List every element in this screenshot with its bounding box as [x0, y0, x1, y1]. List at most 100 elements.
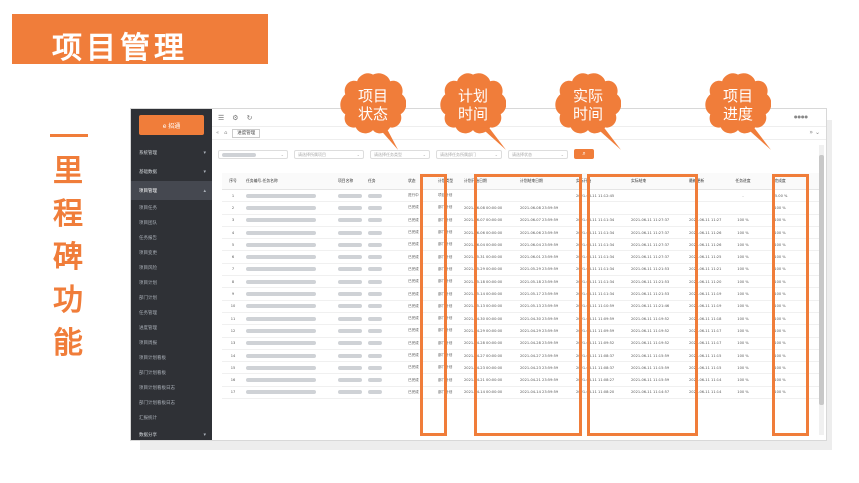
redacted-text: [368, 279, 382, 284]
redacted-text: [246, 218, 316, 223]
user-menu[interactable]: ●●●●: [794, 114, 808, 119]
sidebar-item-label: 基础数据: [139, 169, 157, 175]
table-cell-redacted: [336, 316, 366, 321]
table-cell-redacted: [366, 218, 406, 223]
sidebar-item[interactable]: 项目管理 ▴: [131, 181, 212, 200]
sidebar-item[interactable]: 项目计划看板: [131, 350, 212, 365]
sidebar-item[interactable]: 项目周报: [131, 335, 212, 350]
column-header[interactable]: 任务进度: [725, 178, 759, 184]
redacted-text: [338, 353, 362, 358]
redacted-text: [338, 279, 362, 284]
tab-prev-icon[interactable]: «: [216, 130, 219, 136]
table-cell-redacted: [244, 255, 336, 260]
redacted-text: [368, 218, 382, 223]
table-cell-redacted: [244, 328, 336, 333]
table-cell-prog: 100 %: [737, 230, 749, 235]
sidebar-item[interactable]: 汇报统计: [131, 410, 212, 425]
sidebar-item-label: 项目管理: [139, 188, 157, 194]
table-cell-prog: 100 %: [737, 341, 749, 346]
sidebar-item[interactable]: 项目任务: [131, 200, 212, 215]
sidebar-item-label: 项目周报: [139, 340, 157, 346]
menu-icon[interactable]: ☰: [218, 114, 224, 122]
column-header[interactable]: 项目名称: [336, 178, 366, 184]
table-cell-redacted: [244, 304, 336, 309]
redacted-text: [246, 205, 316, 210]
side-char: 碑: [53, 240, 83, 275]
sidebar-item-label: 项目任务: [139, 205, 157, 211]
sidebar-item-label: 项目变更: [139, 250, 157, 256]
table-cell-prog: 100 %: [737, 378, 749, 383]
app-sidebar: e 招通 系统管理 ▾ 基础数据 ▾ 项目管理 ▴ 项目任务项目团队任务报告项目变更项目风险…: [131, 109, 212, 440]
sidebar-item[interactable]: 部门计划看板日志: [131, 395, 212, 410]
app-logo[interactable]: e 招通: [139, 115, 204, 135]
settings-icon[interactable]: ⚙: [232, 114, 238, 122]
redacted-text: [368, 378, 382, 383]
callout-actual-time: 实际 时间: [555, 72, 621, 150]
tab-next-icon[interactable]: » ⌄: [809, 129, 820, 136]
scroll-thumb[interactable]: [819, 155, 824, 405]
table-cell-redacted: [244, 242, 336, 247]
sidebar-item[interactable]: 项目计划: [131, 275, 212, 290]
redacted-text: [246, 292, 316, 297]
table-cell-no: 8: [231, 279, 235, 284]
sidebar-item[interactable]: 任务报告: [131, 230, 212, 245]
redacted-text: [338, 255, 362, 260]
table-cell-redacted: [244, 205, 336, 210]
filter-select[interactable]: ⌄: [218, 149, 288, 159]
sidebar-item[interactable]: 基础数据 ▾: [131, 162, 212, 181]
chevron-down-icon: ⌄: [422, 151, 426, 157]
redacted-text: [338, 218, 362, 223]
redacted-text: [246, 279, 316, 284]
redacted-text: [246, 255, 316, 260]
table-cell-redacted: [244, 279, 336, 284]
redacted-text: [246, 193, 316, 198]
chevron-icon: ▾: [203, 168, 206, 175]
redacted-text: [368, 365, 382, 370]
sidebar-item-label: 部门计划: [139, 295, 157, 301]
table-cell-redacted: [336, 193, 366, 198]
table-cell-redacted: [366, 279, 406, 284]
sidebar-item[interactable]: 项目变更: [131, 245, 212, 260]
sidebar-item[interactable]: 数据分享 ▾: [131, 425, 212, 440]
sidebar-item[interactable]: 项目团队: [131, 215, 212, 230]
sidebar-item[interactable]: 部门计划: [131, 290, 212, 305]
sidebar-item-label: 任务管理: [139, 310, 157, 316]
table-cell-redacted: [336, 390, 366, 395]
table-cell-no: 3: [231, 218, 235, 223]
sidebar-item[interactable]: 进度管理: [131, 320, 212, 335]
chevron-icon: ▾: [203, 149, 206, 156]
sidebar-item[interactable]: 项目风险: [131, 260, 212, 275]
column-header[interactable]: 任务编号-任务名称: [244, 178, 336, 184]
redacted-text: [338, 390, 362, 395]
table-cell-no: 13: [230, 341, 236, 346]
redacted-text: [246, 230, 316, 235]
table-cell-redacted: [336, 292, 366, 297]
table-cell-redacted: [366, 365, 406, 370]
table-cell-redacted: [366, 230, 406, 235]
tab-progress-management[interactable]: 进度管理: [232, 128, 261, 138]
table-cell-redacted: [244, 341, 336, 346]
redacted-text: [368, 304, 382, 309]
table-cell-redacted: [366, 205, 406, 210]
sidebar-item[interactable]: 部门计划看板: [131, 365, 212, 380]
table-cell-no: 7: [231, 267, 235, 272]
vertical-scrollbar[interactable]: [819, 145, 824, 435]
home-icon[interactable]: ⌂: [224, 130, 227, 136]
column-header[interactable]: 任务: [366, 178, 406, 184]
callout-plan-time: 计划 时间: [440, 72, 506, 150]
title-banner: 项目管理: [12, 14, 268, 66]
column-header[interactable]: 序号: [222, 178, 244, 184]
redacted-text: [338, 378, 362, 383]
table-cell-redacted: [244, 292, 336, 297]
highlight-progress-column: [772, 174, 809, 436]
sidebar-item[interactable]: 系统管理 ▾: [131, 143, 212, 162]
table-cell-no: 1: [231, 193, 235, 198]
side-vertical-title: 里程碑功能: [47, 150, 89, 365]
table-cell-redacted: [336, 242, 366, 247]
sidebar-item-label: 任务报告: [139, 235, 157, 241]
refresh-icon[interactable]: ↻: [247, 114, 253, 122]
table-cell-prog: 100 %: [737, 292, 749, 297]
slide-title: 项目管理: [52, 31, 188, 66]
sidebar-item[interactable]: 项目计划看板日志: [131, 380, 212, 395]
sidebar-item[interactable]: 任务管理: [131, 305, 212, 320]
